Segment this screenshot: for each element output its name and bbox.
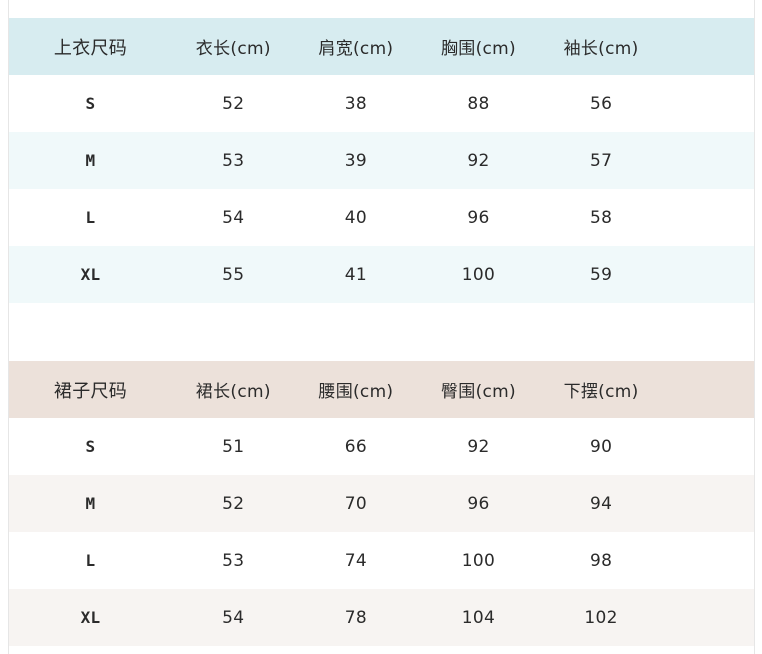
value-cell: 70 bbox=[344, 493, 367, 514]
value-cell: 66 bbox=[344, 436, 367, 457]
value-cell: 92 bbox=[467, 436, 490, 457]
right-border bbox=[754, 0, 755, 654]
table-row: M 52 70 96 94 bbox=[9, 475, 754, 532]
table-header-row: 上衣尺码 衣长(cm) 肩宽(cm) 胸围(cm) 袖长(cm) bbox=[9, 18, 754, 75]
value-cell: 52 bbox=[222, 493, 245, 514]
size-cell: S bbox=[85, 437, 96, 456]
value-cell: 92 bbox=[467, 150, 490, 171]
table-header-row: 裙子尺码 裙长(cm) 腰围(cm) 臀围(cm) 下摆(cm) bbox=[9, 361, 754, 418]
table-row: S 52 38 88 56 bbox=[9, 75, 754, 132]
value-cell: 102 bbox=[584, 607, 618, 628]
header-cell-hem: 下摆(cm) bbox=[563, 382, 639, 402]
value-cell: 40 bbox=[344, 207, 367, 228]
value-cell: 57 bbox=[589, 150, 613, 171]
value-cell: 51 bbox=[222, 436, 245, 457]
value-cell: 78 bbox=[344, 607, 367, 628]
value-cell: 94 bbox=[589, 493, 613, 514]
value-cell: 100 bbox=[461, 264, 496, 285]
value-cell: 41 bbox=[344, 264, 367, 285]
value-cell: 56 bbox=[589, 93, 613, 114]
size-cell: L bbox=[85, 551, 96, 570]
value-cell: 96 bbox=[467, 207, 490, 228]
size-cell: S bbox=[85, 94, 96, 113]
header-cell-shoulder: 肩宽(cm) bbox=[318, 39, 394, 59]
table-row: S 51 66 92 90 bbox=[9, 418, 754, 475]
size-cell: M bbox=[85, 151, 96, 170]
value-cell: 59 bbox=[589, 264, 613, 285]
table-row: XL 55 41 100 59 bbox=[9, 246, 754, 303]
header-cell-skirt-size: 裙子尺码 bbox=[53, 380, 128, 402]
value-cell: 104 bbox=[461, 607, 496, 628]
table-row: L 54 40 96 58 bbox=[9, 189, 754, 246]
value-cell: 100 bbox=[461, 550, 496, 571]
value-cell: 96 bbox=[467, 493, 490, 514]
value-cell: 55 bbox=[222, 264, 245, 285]
value-cell: 58 bbox=[589, 207, 613, 228]
size-cell: XL bbox=[80, 265, 101, 284]
table-row: M 53 39 92 57 bbox=[9, 132, 754, 189]
value-cell: 88 bbox=[467, 93, 490, 114]
header-cell-hip: 臀围(cm) bbox=[440, 382, 516, 402]
value-cell: 54 bbox=[222, 207, 245, 228]
table-row: XL 54 78 104 102 bbox=[9, 589, 754, 646]
header-cell-skirt-length: 裙长(cm) bbox=[195, 382, 271, 402]
size-cell: XL bbox=[80, 608, 101, 627]
header-cell-top-length: 衣长(cm) bbox=[195, 39, 271, 59]
value-cell: 90 bbox=[589, 436, 613, 457]
table-row: L 53 74 100 98 bbox=[9, 532, 754, 589]
value-cell: 54 bbox=[222, 607, 245, 628]
value-cell: 52 bbox=[222, 93, 245, 114]
header-cell-waist: 腰围(cm) bbox=[318, 382, 394, 402]
size-cell: M bbox=[85, 494, 96, 513]
value-cell: 53 bbox=[222, 150, 245, 171]
value-cell: 98 bbox=[589, 550, 613, 571]
header-cell-bust: 胸围(cm) bbox=[440, 39, 516, 59]
value-cell: 74 bbox=[344, 550, 367, 571]
value-cell: 53 bbox=[222, 550, 245, 571]
skirt-size-table: 裙子尺码 裙长(cm) 腰围(cm) 臀围(cm) 下摆(cm) S 51 66… bbox=[9, 361, 754, 646]
size-cell: L bbox=[85, 208, 96, 227]
value-cell: 38 bbox=[344, 93, 367, 114]
header-cell-sleeve: 袖长(cm) bbox=[563, 39, 639, 59]
top-size-table: 上衣尺码 衣长(cm) 肩宽(cm) 胸围(cm) 袖长(cm) S 52 38… bbox=[9, 18, 754, 303]
value-cell: 39 bbox=[344, 150, 367, 171]
header-cell-top-size: 上衣尺码 bbox=[53, 37, 128, 59]
